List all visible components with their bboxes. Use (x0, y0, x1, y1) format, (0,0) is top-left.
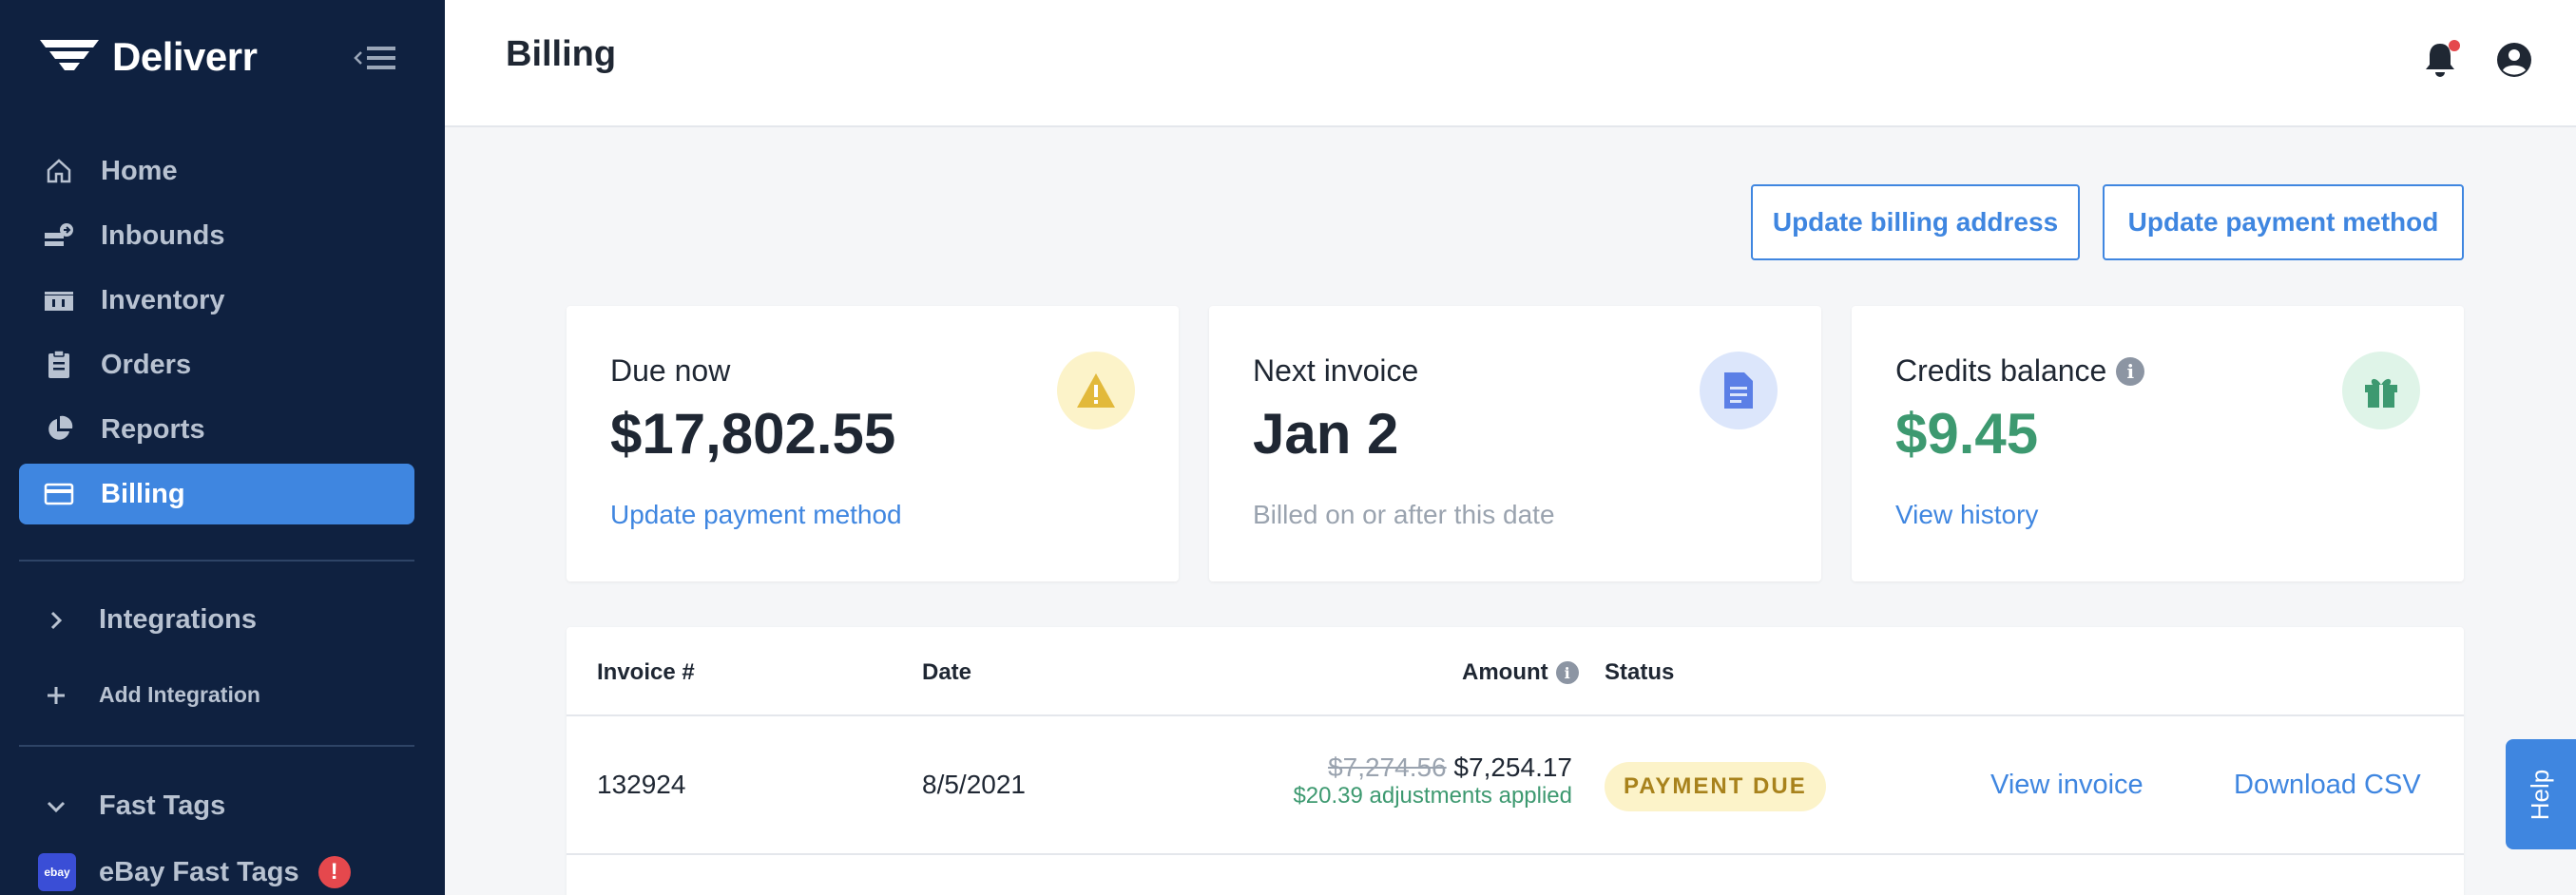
due-now-amount: $17,802.55 (610, 402, 896, 466)
due-now-card: Due now $17,802.55 Update payment method (567, 306, 1179, 581)
add-integration-button[interactable]: Add Integration (42, 682, 260, 708)
next-invoice-label: Next invoice (1253, 353, 1419, 388)
page-title: Billing (506, 34, 617, 74)
column-header-amount[interactable]: Amount i (1462, 659, 1579, 686)
notifications-button[interactable] (2418, 38, 2462, 82)
chevron-right-icon (42, 610, 70, 631)
brand-name: Deliverr (112, 34, 258, 79)
view-history-link[interactable]: View history (1895, 500, 2038, 530)
nav-item-label: Orders (101, 349, 192, 380)
inventory-icon (42, 283, 76, 317)
user-avatar-icon (2497, 43, 2531, 77)
fast-tags-toggle[interactable]: Fast Tags (42, 790, 225, 822)
column-header-invoice[interactable]: Invoice # (597, 659, 695, 686)
ebay-fast-tags-item[interactable]: ebay eBay Fast Tags ! (38, 853, 351, 891)
info-icon[interactable]: i (1555, 661, 1579, 684)
reports-icon (42, 412, 76, 447)
page-header: Billing (445, 0, 2576, 127)
nav-item-home[interactable]: Home (19, 141, 414, 201)
invoice-number: 132924 (597, 770, 686, 799)
nav-item-label: Billing (101, 478, 185, 509)
next-invoice-date: Jan 2 (1253, 402, 1399, 466)
nav-item-reports[interactable]: Reports (19, 399, 414, 460)
add-integration-label: Add Integration (99, 682, 260, 707)
help-label: Help (2526, 769, 2555, 820)
plus-icon (42, 685, 70, 706)
nav-item-billing[interactable]: Billing (19, 464, 414, 524)
update-payment-method-link[interactable]: Update payment method (610, 500, 902, 530)
table-header: Invoice # Date Amount i Status (567, 627, 2464, 716)
credits-balance-card: Credits balance i $9.45 View history (1852, 306, 2464, 581)
next-invoice-note: Billed on or after this date (1253, 500, 1555, 529)
inbounds-icon (42, 219, 76, 253)
invoice-date: 8/5/2021 (922, 770, 1026, 799)
help-button[interactable]: Help (2506, 739, 2576, 849)
nav-item-orders[interactable]: Orders (19, 334, 414, 395)
sidebar-divider (19, 560, 414, 562)
invoices-table: Invoice # Date Amount i Status 132924 8/… (567, 627, 2464, 895)
integrations-label: Integrations (99, 604, 257, 635)
update-billing-address-button[interactable]: Update billing address (1751, 184, 2080, 260)
brand-logo[interactable]: Deliverr (38, 34, 258, 80)
view-invoice-link[interactable]: View invoice (1990, 770, 2143, 801)
home-icon (42, 154, 76, 188)
table-row: 132924 8/5/2021 $7,274.56 $7,254.17 $20.… (567, 718, 2464, 855)
document-icon (1700, 352, 1778, 429)
nav-item-label: Inbounds (101, 219, 225, 251)
fast-tags-label: Fast Tags (99, 790, 226, 821)
orders-icon (42, 348, 76, 382)
main-nav: Home Inbounds Inventory Orders Reports B… (19, 141, 414, 528)
deliverr-logo-icon (40, 40, 99, 70)
nav-item-label: Reports (101, 413, 205, 445)
alert-icon: ! (317, 856, 351, 888)
column-header-date[interactable]: Date (922, 659, 971, 686)
collapse-sidebar-button[interactable] (352, 40, 401, 78)
nav-item-label: Home (101, 155, 178, 186)
billing-icon (42, 477, 76, 511)
invoice-amount: $7,274.56 $7,254.17 $20.39 adjustments a… (1293, 752, 1572, 809)
due-now-label: Due now (610, 353, 731, 388)
credits-balance-amount: $9.45 (1895, 402, 2039, 466)
download-csv-link[interactable]: Download CSV (2234, 770, 2421, 801)
ebay-fast-tags-label: eBay Fast Tags (99, 856, 299, 887)
original-amount: $7,274.56 (1328, 752, 1447, 782)
adjusted-amount: $7,254.17 (1453, 752, 1572, 782)
card-label: Next invoice (1253, 353, 1418, 389)
credits-balance-label: Credits balance (1895, 353, 2107, 388)
chevron-down-icon (42, 800, 70, 813)
sidebar: Deliverr Home Inbounds Inventory Orders … (0, 0, 445, 895)
warning-icon (1057, 352, 1135, 429)
notification-dot (2449, 40, 2460, 51)
card-label: Due now (610, 353, 730, 389)
user-menu-button[interactable] (2492, 38, 2536, 82)
nav-item-inbounds[interactable]: Inbounds (19, 205, 414, 266)
nav-item-inventory[interactable]: Inventory (19, 270, 414, 331)
update-payment-method-button[interactable]: Update payment method (2103, 184, 2464, 260)
column-header-status[interactable]: Status (1605, 659, 1674, 686)
nav-item-label: Inventory (101, 284, 225, 315)
info-icon[interactable]: i (2116, 356, 2145, 386)
amount-header-label: Amount (1462, 659, 1548, 685)
integrations-toggle[interactable]: Integrations (42, 604, 257, 636)
ebay-logo-icon: ebay (38, 853, 76, 891)
next-invoice-card: Next invoice Jan 2 Billed on or after th… (1209, 306, 1821, 581)
adjustment-note: $20.39 adjustments applied (1293, 783, 1572, 809)
sidebar-divider (19, 745, 414, 747)
collapse-menu-icon (354, 47, 395, 69)
gift-icon (2342, 352, 2420, 429)
status-badge: PAYMENT DUE (1605, 762, 1826, 811)
card-label: Credits balance i (1895, 353, 2145, 389)
